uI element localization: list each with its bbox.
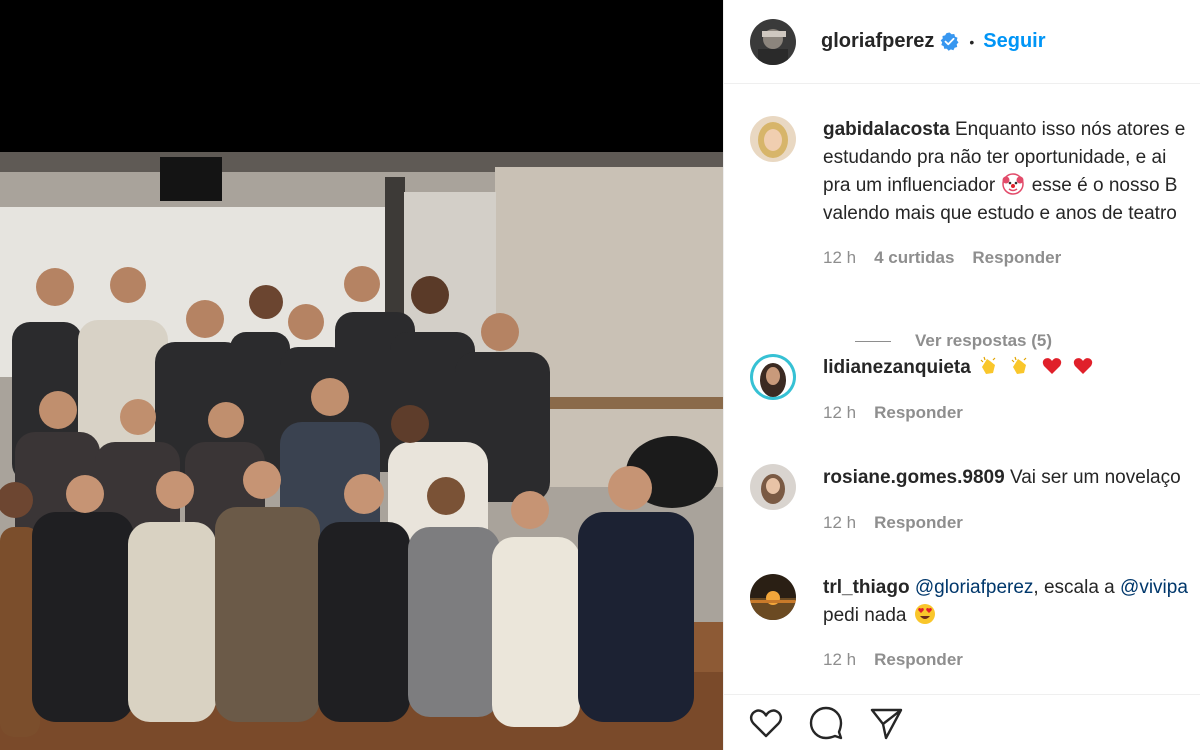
comment-bubble-icon[interactable]	[808, 705, 844, 741]
comment-meta: 12 h Responder	[823, 403, 1200, 423]
comment-time[interactable]: 12 h	[823, 650, 856, 670]
mention-link[interactable]: @gloriafperez	[915, 577, 1034, 598]
view-replies-button[interactable]: Ver respostas (5)	[855, 331, 1052, 351]
post-sidebar: gloriafperez • Seguir gabidalacosta Enqu…	[723, 0, 1200, 750]
comment-line: , escala a	[1033, 577, 1115, 598]
commenter-avatar[interactable]	[750, 464, 796, 510]
verified-badge-icon	[940, 32, 959, 51]
clown-emoji	[1002, 173, 1025, 195]
divider-line	[855, 340, 891, 342]
comment-line: pedi nada	[823, 605, 907, 626]
commenter-avatar[interactable]	[750, 354, 796, 400]
comment-time[interactable]: 12 h	[823, 513, 856, 533]
comment-text: gabidalacosta Enquanto isso nós atores e	[823, 116, 1200, 144]
comment-text-line: pedi nada	[823, 602, 1200, 630]
post-header: gloriafperez • Seguir	[724, 0, 1200, 84]
comment-text: trl_thiago @gloriafperez, escala a @vivi…	[823, 574, 1200, 602]
reply-button[interactable]: Responder	[874, 513, 963, 533]
comment-line: esse é o nosso B	[1031, 175, 1178, 196]
separator-dot: •	[969, 33, 975, 50]
comment-username[interactable]: lidianezanquieta	[823, 357, 971, 378]
clapping-hands-emoji	[1009, 355, 1031, 377]
comment-meta: 12 h Responder	[823, 513, 1200, 533]
reply-button[interactable]: Responder	[874, 403, 963, 423]
follow-button[interactable]: Seguir	[983, 30, 1045, 53]
comment-line: valendo mais que estudo e anos de teatro	[823, 203, 1177, 224]
commenter-avatar[interactable]	[750, 116, 796, 162]
comment-text-line: pra um influenciador esse é o nosso B	[823, 172, 1200, 200]
commenter-avatar[interactable]	[750, 574, 796, 620]
comment-meta: 12 h 4 curtidas Responder	[823, 248, 1200, 268]
like-heart-icon[interactable]	[748, 705, 784, 741]
comment-username[interactable]: rosiane.gomes.9809	[823, 467, 1005, 488]
post-actions-bar	[724, 694, 1200, 750]
comment-likes[interactable]: 4 curtidas	[874, 248, 954, 268]
comment-time[interactable]: 12 h	[823, 403, 856, 423]
comment-line: estudando pra não ter oportunidade, e ai	[823, 147, 1167, 168]
share-paper-plane-icon[interactable]	[868, 705, 904, 741]
clapping-hands-emoji	[978, 355, 1000, 377]
author-username[interactable]: gloriafperez	[821, 30, 934, 53]
reply-button[interactable]: Responder	[972, 248, 1061, 268]
red-heart-emoji	[1072, 355, 1094, 377]
post-media[interactable]	[0, 0, 723, 750]
comment-line: Enquanto isso nós atores e	[955, 119, 1186, 140]
group-photo	[0, 152, 723, 750]
comment-line: pra um influenciador	[823, 175, 996, 196]
comments-list[interactable]: gabidalacosta Enquanto isso nós atores e…	[724, 84, 1200, 694]
comment-time[interactable]: 12 h	[823, 248, 856, 268]
red-heart-emoji	[1041, 355, 1063, 377]
comment-username[interactable]: trl_thiago	[823, 577, 910, 598]
comment-text: rosiane.gomes.9809 Vai ser um novelaço	[823, 464, 1200, 492]
comment-line: Vai ser um novelaço	[1009, 467, 1181, 488]
mention-link[interactable]: @vivipa	[1120, 577, 1188, 598]
author-avatar[interactable]	[750, 18, 796, 65]
comment-meta: 12 h Responder	[823, 650, 1200, 670]
comment-username[interactable]: gabidalacosta	[823, 119, 950, 140]
comment-text: lidianezanquieta	[823, 354, 1200, 382]
view-replies-label: Ver respostas (5)	[915, 331, 1053, 350]
heart-eyes-emoji	[914, 603, 936, 625]
reply-button[interactable]: Responder	[874, 650, 963, 670]
